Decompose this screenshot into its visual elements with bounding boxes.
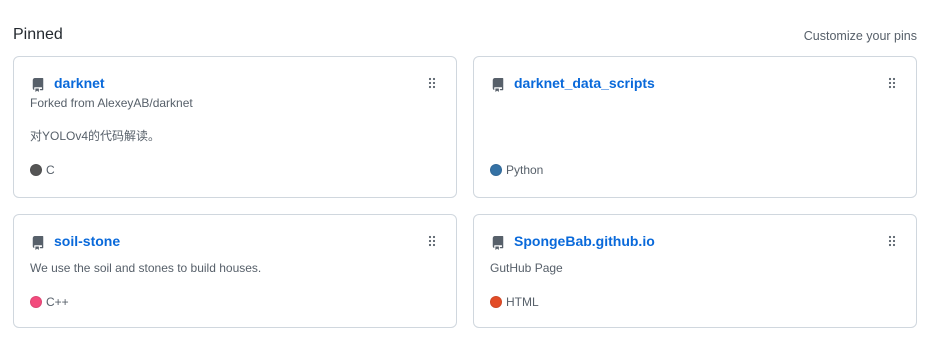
pinned-card-spongebab-github-io: SpongeBab.github.io GutHub Page HTML bbox=[473, 214, 917, 328]
pinned-card-darknet-data-scripts: darknet_data_scripts Python bbox=[473, 56, 917, 198]
repo-language: Python bbox=[490, 162, 543, 178]
customize-pins-link[interactable]: Customize your pins bbox=[804, 28, 917, 44]
repo-language: C bbox=[30, 162, 55, 178]
repo-icon bbox=[32, 236, 44, 250]
language-label: C++ bbox=[46, 295, 69, 309]
language-color-dot bbox=[30, 164, 42, 176]
grabber-icon[interactable] bbox=[428, 235, 436, 247]
repo-language: HTML bbox=[490, 294, 539, 310]
grabber-icon[interactable] bbox=[888, 235, 896, 247]
language-label: C bbox=[46, 163, 55, 177]
pinned-card-darknet: darknet Forked from AlexeyAB/darknet 对YO… bbox=[13, 56, 457, 198]
repo-description: We use the soil and stones to build hous… bbox=[30, 261, 262, 275]
repo-name-link[interactable]: darknet bbox=[54, 74, 105, 92]
language-color-dot bbox=[490, 296, 502, 308]
language-label: Python bbox=[506, 163, 544, 177]
repo-icon bbox=[492, 236, 504, 250]
repo-language: C++ bbox=[30, 294, 69, 310]
language-color-dot bbox=[490, 164, 502, 176]
repo-icon bbox=[492, 78, 504, 92]
grabber-icon[interactable] bbox=[428, 77, 436, 89]
grabber-icon[interactable] bbox=[888, 77, 896, 89]
language-label: HTML bbox=[506, 295, 539, 309]
language-color-dot bbox=[30, 296, 42, 308]
pinned-section: Pinned Customize your pins darknet Forke… bbox=[0, 0, 939, 348]
pinned-card-soil-stone: soil-stone We use the soil and stones to… bbox=[13, 214, 457, 328]
repo-description: GutHub Page bbox=[490, 261, 563, 275]
repo-name-link[interactable]: SpongeBab.github.io bbox=[514, 232, 655, 250]
forked-from-text: Forked from AlexeyAB/darknet bbox=[30, 96, 193, 110]
section-heading: Pinned bbox=[13, 26, 63, 43]
repo-name-link[interactable]: darknet_data_scripts bbox=[514, 74, 655, 92]
repo-name-link[interactable]: soil-stone bbox=[54, 232, 120, 250]
repo-description: 对YOLOv4的代码解读。 bbox=[30, 129, 161, 143]
repo-icon bbox=[32, 78, 44, 92]
